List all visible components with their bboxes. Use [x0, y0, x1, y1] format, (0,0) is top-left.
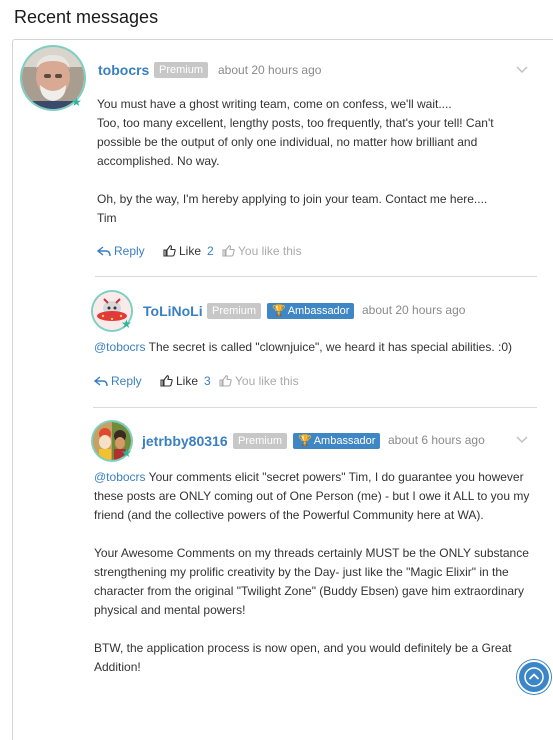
username[interactable]: ToLiNoLi [143, 303, 203, 319]
thumbs-up-icon [219, 375, 232, 387]
message-line: You must have a ghost writing team, come… [97, 97, 452, 111]
mention-link[interactable]: @tobocrs [94, 470, 146, 484]
divider [93, 407, 537, 408]
you-like-this: You like this [219, 374, 299, 388]
like-button[interactable]: Like 3 [160, 374, 211, 388]
you-like-label: You like this [238, 244, 302, 258]
timestamp: about 6 hours ago [388, 433, 485, 447]
thumbs-up-icon [160, 375, 173, 387]
chevron-down-icon[interactable] [516, 436, 528, 444]
like-count: 2 [207, 244, 214, 258]
scroll-to-top-button[interactable] [517, 660, 551, 694]
message-line: possible be the output of only one indiv… [97, 135, 478, 149]
message-line: BTW, the application process is now open… [94, 641, 512, 655]
page-title: Recent messages [14, 7, 159, 27]
message-body: @tobocrs Your comments elicit "secret po… [94, 468, 539, 677]
chevron-down-icon[interactable] [516, 66, 528, 74]
message-line: accomplished. No way. [97, 154, 220, 168]
message-text: Your comments elicit "secret powers" Tim… [145, 470, 524, 484]
message-line: physical and mental powers! [94, 603, 246, 617]
username[interactable]: tobocrs [98, 62, 149, 78]
message-body: @tobocrs The secret is called "clownjuic… [94, 338, 524, 357]
message-line: these posts are ONLY coming out of One P… [94, 489, 530, 503]
thumbs-up-icon [163, 245, 176, 257]
reply-arrow-icon [97, 245, 111, 256]
you-like-this: You like this [222, 244, 302, 258]
premium-badge: Premium [154, 62, 209, 78]
message-line: @tobocrs Your comments elicit "secret po… [94, 468, 539, 487]
message-text: The secret is called "clownjuice", we he… [145, 340, 513, 354]
message-line: Your Awesome Comments on my threads cert… [94, 546, 529, 560]
mention-link[interactable]: @tobocrs [94, 340, 146, 354]
divider [95, 276, 537, 277]
reply-label: Reply [111, 374, 142, 388]
premium-badge: Premium [233, 433, 288, 449]
premium-badge: Premium [207, 303, 262, 319]
timestamp: about 20 hours ago [362, 303, 466, 317]
trophy-icon: 🏆 [272, 305, 286, 317]
message-line: Too, too many excellent, lengthy posts, … [97, 116, 494, 130]
like-label: Like [179, 244, 202, 258]
message-line: Tim [97, 211, 117, 225]
star-icon: ★ [71, 95, 82, 109]
ambassador-badge: 🏆 Ambassador [267, 303, 355, 319]
ambassador-label: Ambassador [313, 435, 376, 447]
message-line: Oh, by the way, I'm hereby applying to j… [97, 192, 488, 206]
star-icon: ★ [121, 317, 132, 331]
star-icon: ★ [121, 446, 132, 460]
trophy-icon: 🏆 [298, 435, 312, 447]
reply-button[interactable]: Reply [97, 244, 145, 258]
reply-arrow-icon [94, 375, 108, 386]
message-line: @tobocrs The secret is called "clownjuic… [94, 338, 524, 357]
message-body: You must have a ghost writing team, come… [97, 95, 517, 228]
message-line: Addition! [94, 660, 141, 674]
you-like-label: You like this [235, 374, 299, 388]
chevron-up-circle-icon [524, 667, 544, 687]
message-line: strengthening my prolific creativity by … [94, 565, 509, 579]
username[interactable]: jetrbby80316 [142, 433, 228, 449]
thumbs-up-icon [222, 245, 235, 257]
reply-button[interactable]: Reply [94, 374, 142, 388]
like-button[interactable]: Like 2 [163, 244, 214, 258]
ambassador-badge: 🏆 Ambassador [293, 433, 381, 449]
timestamp: about 20 hours ago [218, 63, 322, 77]
ambassador-label: Ambassador [287, 305, 350, 317]
like-count: 3 [204, 374, 211, 388]
like-label: Like [176, 374, 199, 388]
message-line: friend (and the collective powers of the… [94, 508, 484, 522]
reply-label: Reply [114, 244, 145, 258]
message-line: character from the original "Twilight Zo… [94, 584, 525, 598]
